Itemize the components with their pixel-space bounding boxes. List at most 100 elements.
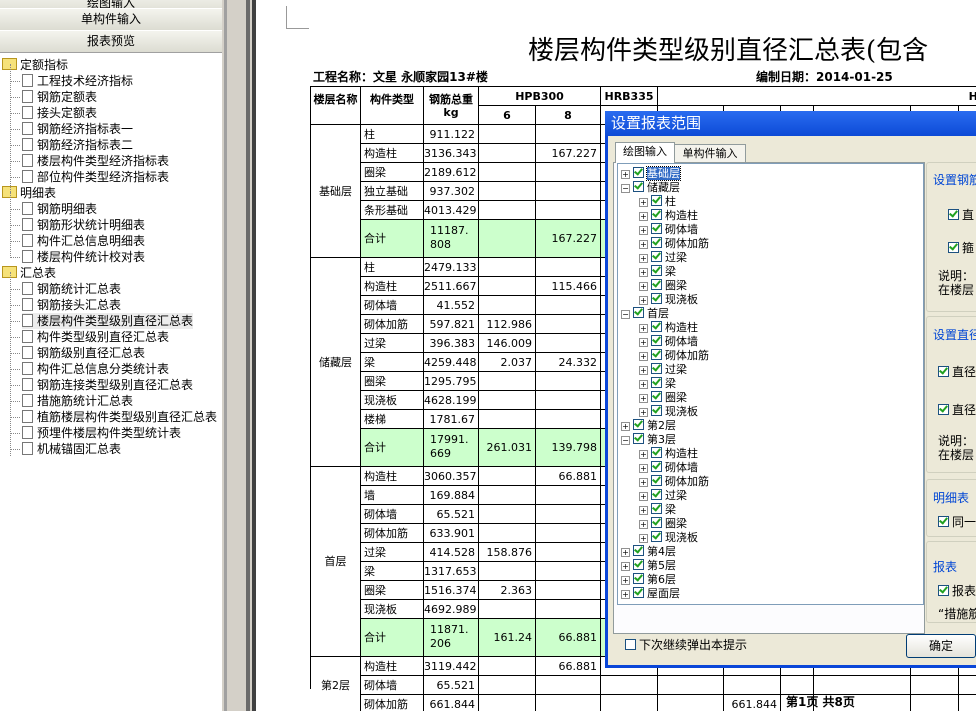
tree-component-node[interactable]: + 圈梁 <box>639 517 687 531</box>
expand-icon[interactable]: + <box>639 478 648 487</box>
tree-report-item[interactable]: 机械锚固汇总表 <box>22 441 121 457</box>
checkbox-icon[interactable] <box>633 545 644 556</box>
checkbox-icon[interactable] <box>938 516 949 527</box>
tree-report-item[interactable]: 钢筋接头汇总表 <box>22 297 121 313</box>
checkbox-icon[interactable] <box>651 223 662 234</box>
checkbox-icon[interactable] <box>948 209 959 220</box>
expand-icon[interactable]: + <box>639 394 648 403</box>
tree-report-item[interactable]: 楼层构件类型级别直径汇总表 <box>22 313 194 329</box>
checkbox-icon[interactable] <box>633 419 644 430</box>
checkbox-icon[interactable] <box>651 195 662 206</box>
tree-floor-node[interactable]: + 第2层 <box>621 419 676 433</box>
checkbox-icon[interactable] <box>651 251 662 262</box>
checkbox-icon[interactable] <box>651 321 662 332</box>
tree-component-node[interactable]: + 砌体加筋 <box>639 349 709 363</box>
tree-report-item[interactable]: 楼层构件类型经济指标表 <box>22 153 169 169</box>
tree-component-node[interactable]: + 现浇板 <box>639 405 698 419</box>
checkbox-icon[interactable] <box>651 349 662 360</box>
tree-report-item[interactable]: 接头定额表 <box>22 105 97 121</box>
tree-report-item[interactable]: 钢筋连接类型级别直径汇总表 <box>22 377 193 393</box>
checkbox-icon[interactable] <box>651 209 662 220</box>
tree-component-node[interactable]: + 柱 <box>639 195 676 209</box>
tree-component-node[interactable]: + 梁 <box>639 377 676 391</box>
expand-icon[interactable]: + <box>639 408 648 417</box>
expand-icon[interactable]: + <box>639 520 648 529</box>
tree-report-item[interactable]: 预埋件楼层构件类型统计表 <box>22 425 181 441</box>
tree-report-item[interactable]: 构件类型级别直径汇总表 <box>22 329 169 345</box>
tree-folder[interactable]: 定额指标 <box>2 57 68 73</box>
tree-floor-node[interactable]: − 首层 <box>621 307 669 321</box>
tree-component-node[interactable]: + 砌体墙 <box>639 461 698 475</box>
tree-component-node[interactable]: + 过梁 <box>639 251 687 265</box>
expand-icon[interactable]: + <box>621 562 630 571</box>
expand-icon[interactable]: + <box>639 380 648 389</box>
steel-option-straight[interactable]: 直 <box>948 206 974 223</box>
checkbox-icon[interactable] <box>633 559 644 570</box>
checkbox-icon[interactable] <box>651 489 662 500</box>
checkbox-icon[interactable] <box>938 404 949 415</box>
checkbox-icon[interactable] <box>651 237 662 248</box>
expand-icon[interactable]: + <box>639 226 648 235</box>
tab-drawing-input[interactable]: 绘图输入 <box>615 142 675 163</box>
tree-report-item[interactable]: 构件汇总信息明细表 <box>22 233 145 249</box>
tree-floor-node[interactable]: − 储藏层 <box>621 181 680 195</box>
checkbox-icon[interactable] <box>651 265 662 276</box>
diameter-option-1[interactable]: 直径 <box>938 363 976 380</box>
checkbox-icon[interactable] <box>651 475 662 486</box>
checkbox-icon[interactable] <box>625 639 636 650</box>
expand-icon[interactable]: + <box>621 170 630 179</box>
expand-icon[interactable]: + <box>639 464 648 473</box>
tree-component-node[interactable]: + 现浇板 <box>639 531 698 545</box>
popup-again-checkbox[interactable]: 下次继续弹出本提示 <box>625 636 747 653</box>
checkbox-icon[interactable] <box>651 293 662 304</box>
tree-component-node[interactable]: + 圈梁 <box>639 391 687 405</box>
expand-icon[interactable]: + <box>621 576 630 585</box>
checkbox-icon[interactable] <box>948 242 959 253</box>
checkbox-icon[interactable] <box>651 279 662 290</box>
tree-report-item[interactable]: 部位构件类型经济指标表 <box>22 169 169 185</box>
checkbox-icon[interactable] <box>938 366 949 377</box>
expand-icon[interactable]: + <box>639 338 648 347</box>
tree-floor-node[interactable]: + 第5层 <box>621 559 676 573</box>
tree-component-node[interactable]: + 过梁 <box>639 363 687 377</box>
checkbox-icon[interactable] <box>651 363 662 374</box>
tree-component-node[interactable]: + 构造柱 <box>639 209 698 223</box>
expand-icon[interactable]: + <box>621 590 630 599</box>
tree-floor-node[interactable]: + 第4层 <box>621 545 676 559</box>
checkbox-icon[interactable] <box>651 377 662 388</box>
checkbox-icon[interactable] <box>651 503 662 514</box>
expand-icon[interactable]: + <box>639 282 648 291</box>
checkbox-icon[interactable] <box>651 447 662 458</box>
tree-floor-node[interactable]: + 屋面层 <box>621 587 680 601</box>
panel-splitter[interactable] <box>222 0 252 711</box>
checkbox-icon[interactable] <box>651 517 662 528</box>
tree-report-item[interactable]: 工程技术经济指标 <box>22 73 133 89</box>
tree-component-node[interactable]: + 砌体加筋 <box>639 237 709 251</box>
checkbox-icon[interactable] <box>651 531 662 542</box>
expand-icon[interactable]: + <box>639 492 648 501</box>
tree-report-item[interactable]: 构件汇总信息分类统计表 <box>22 361 169 377</box>
collapse-icon[interactable]: − <box>621 436 630 445</box>
expand-icon[interactable]: + <box>639 212 648 221</box>
expand-icon[interactable]: + <box>639 324 648 333</box>
collapse-icon[interactable]: − <box>621 310 630 319</box>
checkbox-icon[interactable] <box>633 167 644 178</box>
tab-single-component-input[interactable]: 单构件输入 <box>674 144 746 163</box>
checkbox-icon[interactable] <box>938 585 949 596</box>
diameter-option-2[interactable]: 直径 <box>938 401 976 418</box>
checkbox-icon[interactable] <box>633 587 644 598</box>
tree-floor-node[interactable]: + 第6层 <box>621 573 676 587</box>
checkbox-icon[interactable] <box>633 433 644 444</box>
expand-icon[interactable]: + <box>621 548 630 557</box>
tree-component-node[interactable]: + 圈梁 <box>639 279 687 293</box>
steel-option-stirrup[interactable]: 箍 <box>948 239 974 256</box>
tree-report-item[interactable]: 措施筋统计汇总表 <box>22 393 133 409</box>
expand-icon[interactable]: + <box>639 254 648 263</box>
tree-floor-node[interactable]: − 第3层 <box>621 433 676 447</box>
checkbox-icon[interactable] <box>633 181 644 192</box>
expand-icon[interactable]: + <box>639 450 648 459</box>
checkbox-icon[interactable] <box>651 405 662 416</box>
tree-component-node[interactable]: + 砌体墙 <box>639 223 698 237</box>
tree-report-item[interactable]: 钢筋明细表 <box>22 201 97 217</box>
expand-icon[interactable]: + <box>639 198 648 207</box>
